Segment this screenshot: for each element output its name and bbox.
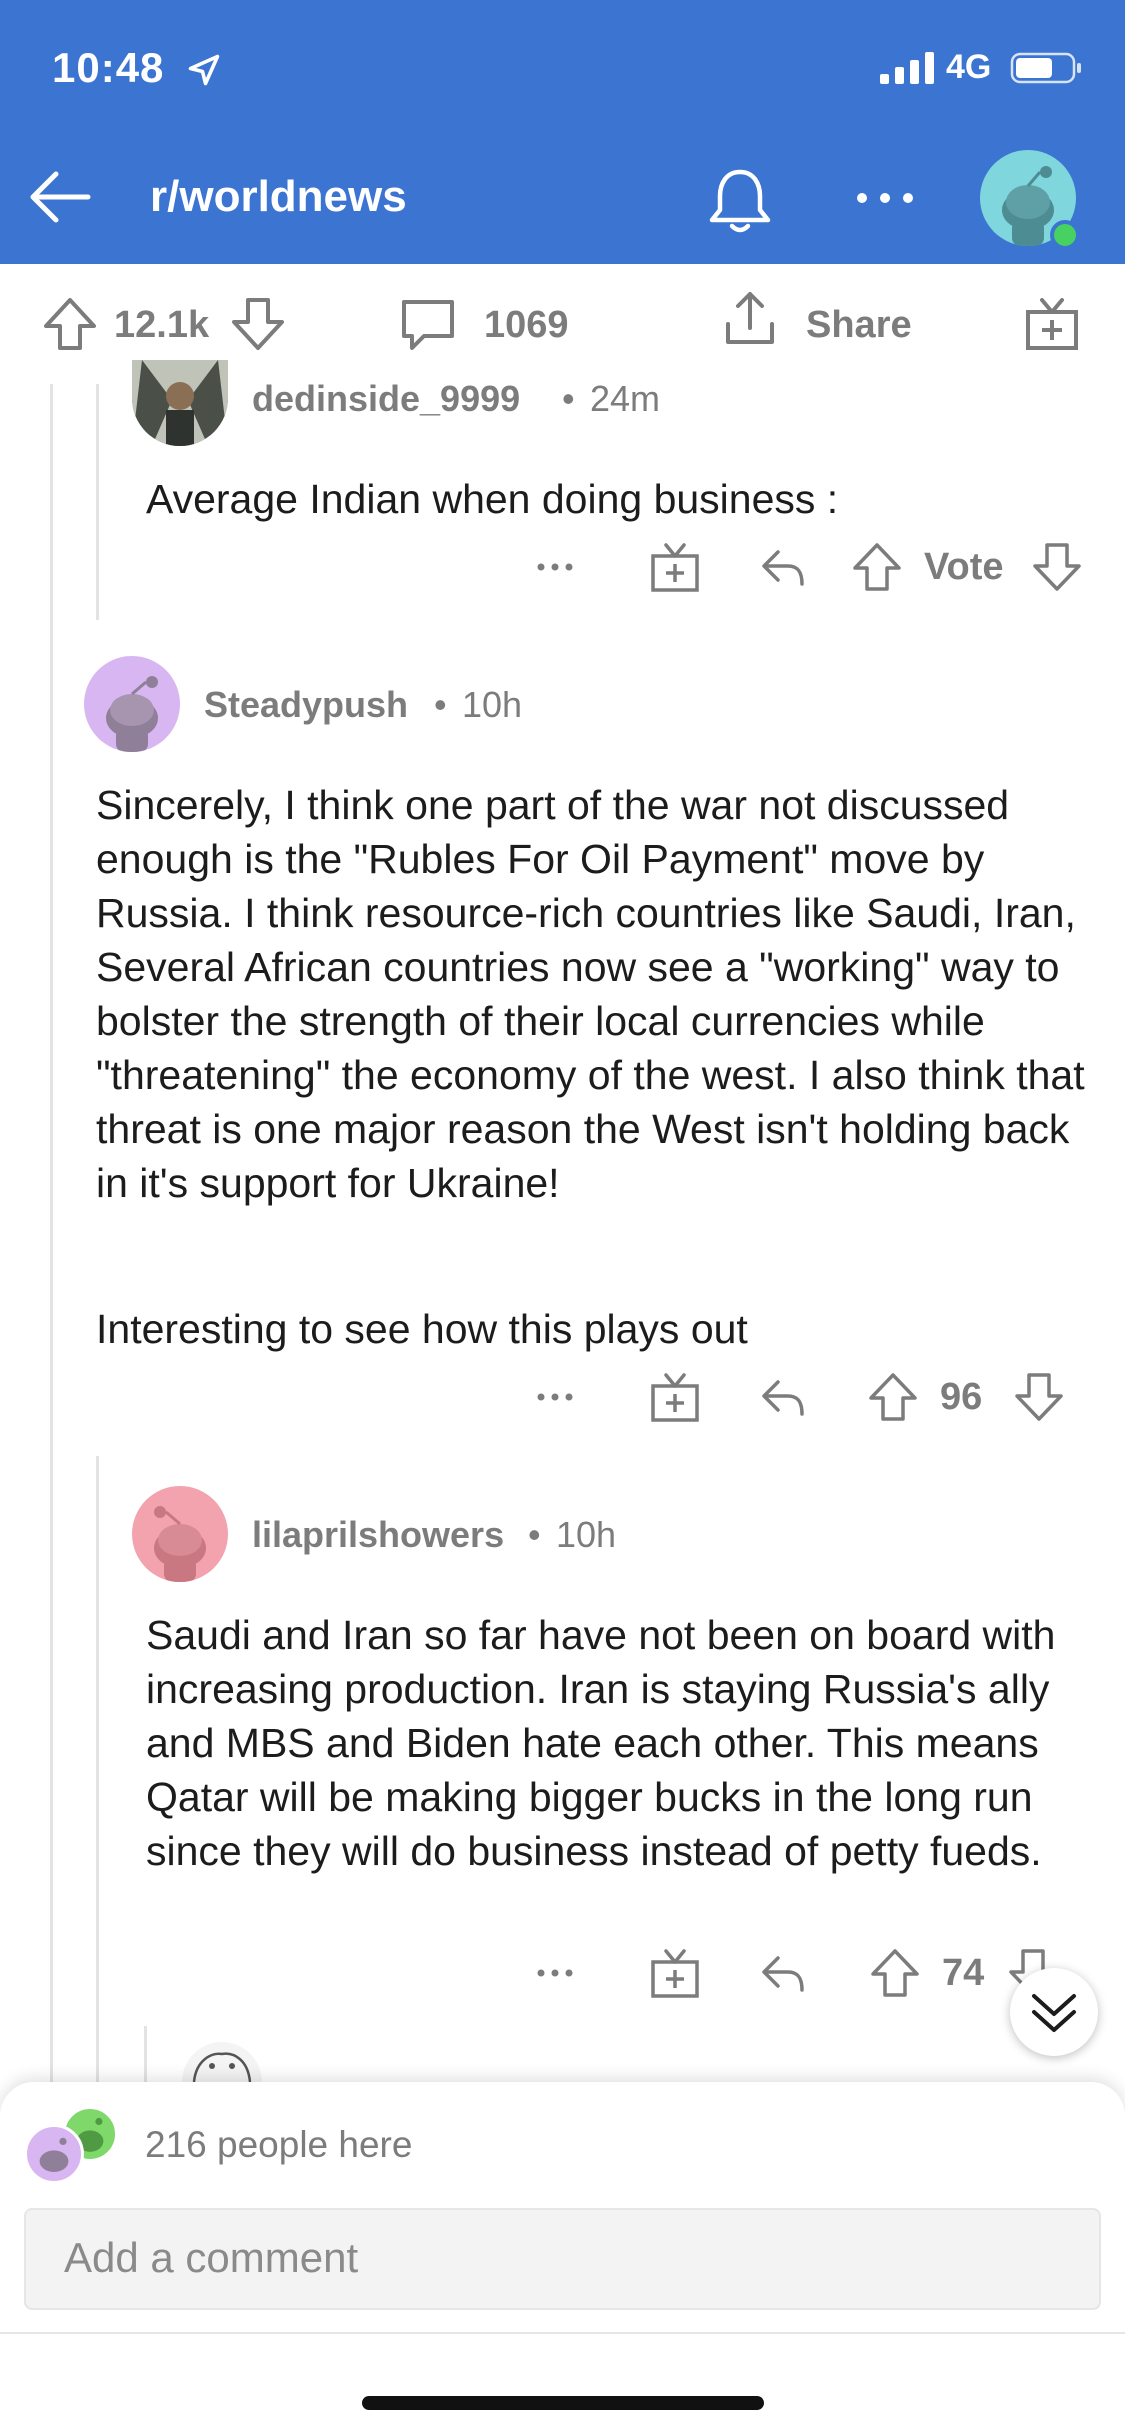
avatar-image-icon xyxy=(132,360,228,446)
comment-age: 10h xyxy=(556,1514,617,1555)
comment-score: 74 xyxy=(942,1952,985,1994)
comment-author[interactable]: dedinside_9999 xyxy=(252,378,520,420)
meta-separator: • xyxy=(434,684,447,725)
thread-line xyxy=(50,384,53,2082)
meta-separator: • xyxy=(528,1514,541,1555)
network-type: 4G xyxy=(946,48,992,86)
comment-icon[interactable] xyxy=(398,294,458,354)
gift-icon[interactable] xyxy=(648,1946,702,2000)
comment-age: 10h xyxy=(462,684,523,725)
comment-body: Average Indian when doing business : xyxy=(146,476,839,522)
more-icon[interactable] xyxy=(528,1370,582,1424)
snoo-avatar-icon xyxy=(154,1506,206,1582)
chevrons-down-icon xyxy=(1032,1994,1076,2032)
upvote-icon[interactable] xyxy=(866,1370,920,1424)
thread-line xyxy=(96,1456,99,2082)
more-icon[interactable] xyxy=(852,180,918,216)
status-time: 10:48 xyxy=(52,44,165,91)
subreddit-title[interactable]: r/worldnews xyxy=(150,172,407,222)
comment-author[interactable]: Steadypush xyxy=(204,684,408,726)
comment-avatar[interactable] xyxy=(84,656,180,752)
comment-body: Saudi and Iran so far have not been on b… xyxy=(146,1612,1056,1874)
reply-icon[interactable] xyxy=(756,540,810,594)
signal-icon xyxy=(880,52,934,84)
downvote-icon[interactable] xyxy=(1012,1370,1066,1424)
location-arrow-icon xyxy=(188,54,220,86)
online-user-avatar xyxy=(24,2124,84,2184)
thread-line xyxy=(144,2026,147,2082)
comment-input-placeholder[interactable]: Add a comment xyxy=(64,2234,358,2282)
share-label[interactable]: Share xyxy=(806,304,912,347)
comment-count[interactable]: 1069 xyxy=(484,304,569,347)
more-icon[interactable] xyxy=(528,540,582,594)
comment-avatar[interactable] xyxy=(132,360,228,446)
thread-line xyxy=(96,384,99,620)
reply-icon[interactable] xyxy=(756,1946,810,2000)
reply-icon[interactable] xyxy=(756,1370,810,1424)
downvote-icon[interactable] xyxy=(228,294,288,354)
gift-icon[interactable] xyxy=(648,1370,702,1424)
post-score: 12.1k xyxy=(114,304,210,346)
snoo-avatar-icon xyxy=(39,2137,69,2172)
avatar-image-icon xyxy=(192,2052,252,2082)
vote-label: Vote xyxy=(924,546,1004,588)
comment-avatar[interactable] xyxy=(132,1486,228,1582)
divider xyxy=(0,2332,1125,2334)
back-arrow-icon[interactable] xyxy=(24,162,94,232)
home-indicator xyxy=(362,2396,764,2410)
comment-avatar[interactable] xyxy=(182,2042,262,2082)
bell-icon[interactable] xyxy=(700,160,780,240)
gift-icon[interactable] xyxy=(1022,294,1082,354)
comment-body-paragraph: Interesting to see how this plays out xyxy=(96,1306,748,1352)
online-indicator xyxy=(1050,220,1080,250)
gift-icon[interactable] xyxy=(648,540,702,594)
upvote-icon[interactable] xyxy=(850,540,904,594)
more-icon[interactable] xyxy=(528,1946,582,2000)
next-comment-button[interactable] xyxy=(1010,1968,1098,2056)
comment-body: Sincerely, I think one part of the war n… xyxy=(96,782,1085,1206)
comment-score: 96 xyxy=(940,1376,983,1418)
battery-icon xyxy=(1010,52,1081,84)
share-icon[interactable] xyxy=(720,288,780,348)
comment-age: 24m xyxy=(590,378,661,419)
comment-author[interactable]: lilaprilshowers xyxy=(252,1514,504,1556)
snoo-avatar-icon xyxy=(106,676,158,752)
downvote-icon[interactable] xyxy=(1030,540,1084,594)
people-here-count: 216 people here xyxy=(145,2124,413,2165)
app-header: 10:48 4G r/worldnews xyxy=(0,0,1125,264)
upvote-icon[interactable] xyxy=(868,1946,922,2000)
upvote-icon[interactable] xyxy=(40,294,100,354)
meta-separator: • xyxy=(562,378,575,419)
